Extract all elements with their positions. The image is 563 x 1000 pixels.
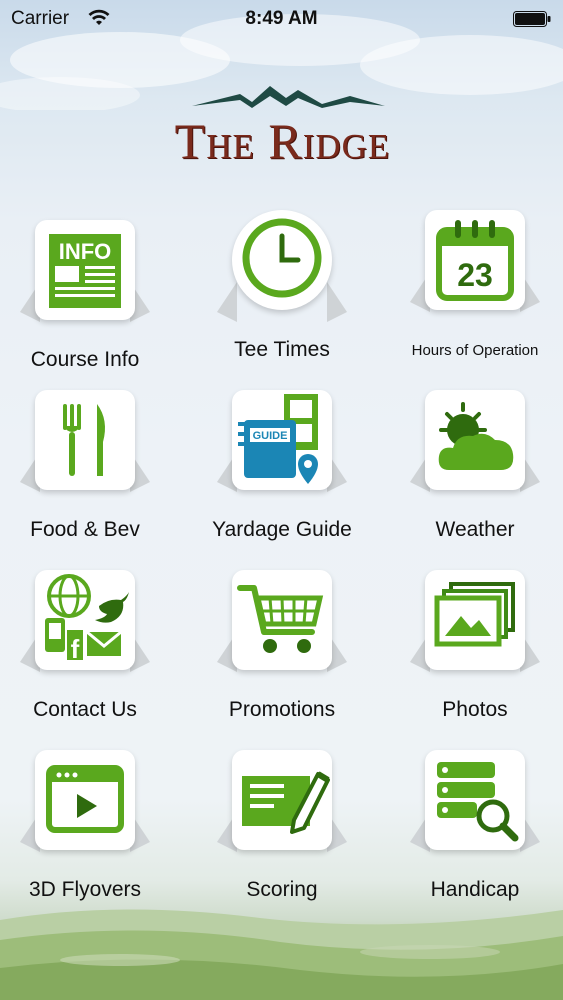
- menu-item-contact-us[interactable]: f Contact Us: [0, 560, 180, 730]
- scorecard-pencil-icon: [242, 771, 330, 834]
- menu-item-label: Promotions: [228, 698, 336, 721]
- fork-knife-icon: [63, 404, 105, 476]
- menu-item-weather[interactable]: Weather: [380, 380, 563, 550]
- info-newspaper-icon: INFO: [49, 234, 121, 308]
- clock-icon: [242, 218, 322, 298]
- calendar-icon: 23: [436, 220, 514, 301]
- menu-item-tee-times[interactable]: Tee Times: [187, 200, 377, 370]
- menu-item-label: Yardage Guide: [212, 518, 352, 541]
- yardage-guide-icon: GUIDE: [238, 394, 318, 484]
- menu-item-promotions[interactable]: Promotions: [187, 560, 377, 730]
- guide-badge: GUIDE: [253, 430, 288, 442]
- menu-item-label: Hours of Operation: [411, 342, 539, 359]
- menu-item-label: Photos: [442, 698, 508, 721]
- weather-icon: [438, 402, 514, 470]
- battery-icon: [513, 11, 551, 27]
- cart-icon: [237, 585, 324, 653]
- menu-item-yardage-guide[interactable]: GUIDE Yardage Guide: [187, 380, 377, 550]
- video-play-icon: [46, 765, 124, 833]
- golf-course-landscape: [0, 909, 563, 1000]
- menu-item-hours-of-operation[interactable]: 23 Hours of Operation: [380, 200, 563, 370]
- menu-item-3d-flyovers[interactable]: 3D Flyovers: [0, 740, 180, 910]
- menu-item-scoring[interactable]: Scoring: [187, 740, 377, 910]
- menu-item-food-bev[interactable]: Food & Bev: [0, 380, 180, 550]
- handicap-search-icon: [437, 762, 519, 842]
- mountain-logo-icon: [192, 86, 385, 108]
- menu-item-handicap[interactable]: Handicap: [380, 740, 563, 910]
- photos-icon: [434, 582, 515, 647]
- menu-item-label: Tee Times: [234, 338, 330, 361]
- contact-icon: f: [45, 574, 129, 664]
- svg-text:INFO: INFO: [59, 239, 112, 264]
- calendar-day: 23: [457, 257, 493, 293]
- logo-title: The Ridge: [174, 113, 391, 169]
- status-bar: Carrier 8:49 AM: [0, 0, 563, 38]
- svg-text:f: f: [71, 634, 80, 664]
- menu-item-photos[interactable]: Photos: [380, 560, 563, 730]
- clock-time: 8:49 AM: [245, 8, 318, 29]
- menu-item-label: Contact Us: [33, 698, 137, 721]
- menu-item-label: Food & Bev: [30, 518, 140, 541]
- the-ridge-logo: The Ridge: [100, 76, 465, 176]
- menu-item-label: Course Info: [30, 348, 140, 371]
- menu-item-course-info[interactable]: INFO Course Info: [0, 210, 180, 380]
- menu-item-label: Weather: [435, 518, 515, 541]
